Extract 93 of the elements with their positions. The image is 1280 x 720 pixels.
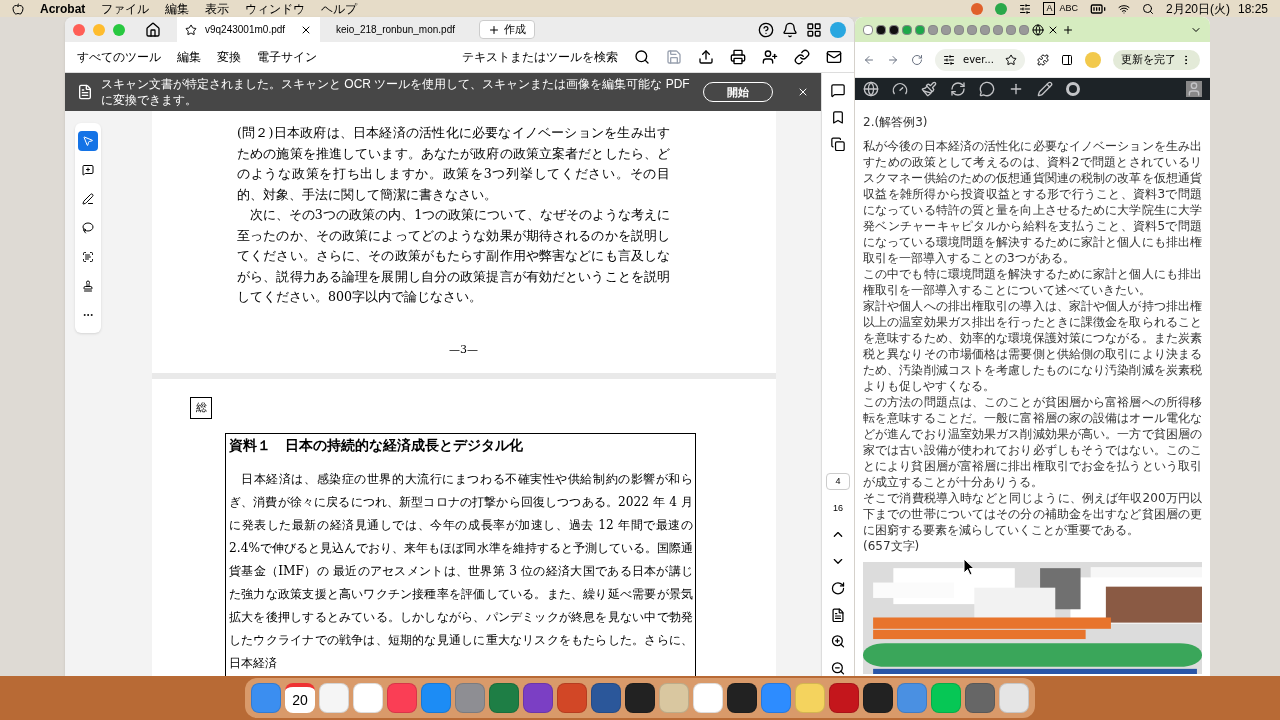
bell-icon[interactable] <box>782 21 798 38</box>
upload-icon[interactable] <box>698 49 714 65</box>
toolbar-menu[interactable]: 電子サイン <box>257 48 317 66</box>
menubar-time[interactable]: 18:25 <box>1237 0 1268 18</box>
calendar-app-icon[interactable]: 20 <box>285 683 315 713</box>
stamp-label: 総 <box>190 397 212 419</box>
rotate-icon[interactable] <box>830 580 846 596</box>
menu-item[interactable]: ヘルプ <box>321 0 358 18</box>
print-icon[interactable] <box>730 49 746 65</box>
pointer-tool[interactable] <box>78 131 98 151</box>
close-icon[interactable] <box>797 86 809 98</box>
comment-icon[interactable] <box>830 83 846 98</box>
tab-favicon[interactable] <box>889 24 899 35</box>
mail-icon[interactable] <box>826 49 842 65</box>
app-menu[interactable]: Acrobat <box>40 0 86 18</box>
help-icon[interactable] <box>758 21 774 38</box>
share-icon[interactable] <box>762 49 778 65</box>
menu-item[interactable]: ファイル <box>101 0 150 18</box>
pen-icon <box>82 193 94 205</box>
banner-message: スキャン文書が特定されました。スキャンと OCR ツールを使用して、スキャンまたは画像を編集可能な PDF に変換できます。 <box>101 76 691 108</box>
dashboard-icon[interactable] <box>892 81 908 97</box>
sidebar-icon[interactable] <box>1061 53 1073 66</box>
plus-icon[interactable] <box>1062 23 1074 36</box>
answer-paragraph: この中でも特に環境問題を解決するために家計と個人にも排出権取引を一部導入することについて述べていきたい。 <box>863 266 1202 298</box>
plus-icon <box>488 23 500 36</box>
search-icon[interactable] <box>634 49 650 65</box>
apple-icon[interactable] <box>12 2 24 15</box>
home-icon[interactable] <box>145 21 161 38</box>
star-icon[interactable] <box>185 23 197 36</box>
pencil-icon[interactable] <box>1037 81 1053 97</box>
document-icon[interactable] <box>830 607 846 623</box>
character-count: (657文字) <box>863 538 921 554</box>
answer-paragraph: この方法の問題点は、このことが貧困層から富裕層への所得移転を意味することだ。一般に富裕層の家の設備はオール電化などが進んでおり温室効果ガス削減効果が高い。一方で貧困層の家では古い設備が使われており必ずしもそうではない。このことにより貧困層が富裕層に排出権取引でお金を払うという取引が成立することが十分ありうる。 <box>863 394 1202 490</box>
tab-favicon[interactable] <box>876 24 886 35</box>
refresh-icon[interactable] <box>950 81 966 97</box>
material-paragraph: 日本経済は、感染症の世界的大流行にまつわる不確実性や供給制約の影響が和らぎ、消費が徐々に戻るにつれ、新型コロナの打撃から回復しつつある。2022 年 4 月に発表した最新の経済見通しでは、今年の成長率が加速し、過去 12 年間で最速の 2.4%で伸びると見込んでおり、来年もほぼ同水準を維持すると予測している。国際通貨基金（IMF）の 最近のアセスメントは、世界第 3 位の経済大国である日本が講じた強力な政策支援と高いワクチン接種率を評価している。また、繰り延べ需要が景気拡大を後押しするとみている。しかしながら、パンデミックが終息を見ない中で勃発したウクライナでの戦争は、短期的な見通しに重大なリスクをもたらした。さらに、日本経済 <box>229 471 693 672</box>
app-icon[interactable] <box>863 683 893 713</box>
text-select-icon <box>82 251 94 263</box>
menu-item[interactable]: ウィンドウ <box>245 0 306 18</box>
page-total: 16 <box>833 501 843 515</box>
app-icon[interactable] <box>829 683 859 713</box>
comment-icon <box>82 164 94 176</box>
zoom-in-icon[interactable] <box>830 634 846 650</box>
zoom-out-icon[interactable] <box>830 661 846 676</box>
document-icon <box>77 84 93 100</box>
app-icon[interactable] <box>523 683 553 713</box>
wifi-icon[interactable] <box>1117 2 1130 15</box>
answer-paragraph: 私が今後の日本経済の活性化に必要なイノベーションを生み出すための政策として考えるのは、資料2で問題とされているリスクマネー供給のための仮想通貨関連の税制の改革を仮想通貨収益を雑所得から投資収益とする形で行うこと、資料3で問題になっている特許の質と量を向上させるために大学院生に大学発ベンチャーキャピタルから給料を支払うこと、資料5で問題になっている環境問題を解決するために家計と個人にも排出権取引を一部導入することの3つがある。 <box>863 138 1202 266</box>
input-mode-indicator[interactable]: A <box>1043 2 1056 15</box>
page-number-field[interactable]: 4 <box>826 472 850 490</box>
back-icon[interactable] <box>863 53 875 66</box>
lasso-icon <box>82 222 94 234</box>
answer-heading: 2.(解答例3) <box>863 114 929 130</box>
document-tab[interactable]: keio_218_ronbun_mon.pdf <box>328 17 471 42</box>
reload-icon[interactable] <box>911 53 923 66</box>
save-icon[interactable] <box>666 49 682 65</box>
plus-icon[interactable] <box>1008 81 1024 97</box>
pointer-icon <box>82 135 94 147</box>
search-icon[interactable] <box>1141 2 1154 15</box>
apps-icon[interactable] <box>806 21 822 38</box>
tool-search-label[interactable]: テキストまたはツールを検索 <box>462 48 618 66</box>
input-source-label[interactable]: ABC <box>1059 1 1078 16</box>
update-button[interactable]: 更新を完了 <box>1113 49 1200 70</box>
bookmark-icon[interactable] <box>830 109 846 125</box>
page-number: —3— <box>449 341 479 358</box>
question-paragraph: 次に、その3つの政策の内、1つの政策について、なぜそのような考えに至ったのか、その政策によってどのような効果が期待されるのかを説明してください。さらに、その政策がもたらす副作用や弊害などにも言及しながら、説得力ある論理を展開し自分の政策提言が有効だということを説明してください。800字以内で論じなさい。 <box>237 206 670 306</box>
toolbar-menu[interactable]: 編集 <box>177 48 201 66</box>
globe-icon[interactable] <box>1032 23 1044 36</box>
app-icon[interactable] <box>625 683 655 713</box>
question-paragraph: (問２)日本政府は、日本経済の活性化に必要なイノベーションを生み出すための施策を推進しています。あなたが政府の政策立案者だとしたら、どのような政策を打ち出しますか。政策を3つ列挙してください。その目的、対象、手法に関して簡潔に書きなさい。 <box>237 124 670 204</box>
answer-paragraph: そこで消費税導入時などと同じように、例えば年収200万円以下までの世帯についてはその分の補助金を出すなど貧困層の更に困窮する要素を減らしていくことが重要である。 <box>863 490 1202 538</box>
stamp-icon <box>82 280 94 292</box>
controls-icon[interactable] <box>1019 2 1032 15</box>
document-tab[interactable]: v9q243001m0.pdf <box>177 17 320 42</box>
material-title: 資料１ 日本の持続的な経済成長とデジタル化 <box>229 436 524 454</box>
status-app-icon[interactable] <box>971 2 984 15</box>
brush-icon[interactable] <box>921 81 937 97</box>
link-icon[interactable] <box>794 49 810 65</box>
menu-item[interactable]: 編集 <box>165 0 190 18</box>
answer-paragraph: 家計や個人への排出権取引の導入は、家計や個人が持つ排出権以上の温室効果ガス排出を行ったときに課徴金を取られることを意味するため、効率的な環境保護対策につながる。また炭素税と異なりその市場価格は需要側と供給側の取引により決まるため、汚染削減コストを考慮したものになり汚染削減を炭素税よりも促しやすくなる。 <box>863 298 1202 394</box>
create-tab-button[interactable]: 作成 <box>479 20 535 39</box>
toolbar-menu[interactable]: すべてのツール <box>77 48 161 66</box>
toolbar-menu[interactable]: 変換 <box>217 48 241 66</box>
app-icon[interactable] <box>727 683 757 713</box>
extensions-icon[interactable] <box>1037 53 1049 66</box>
site-settings-icon[interactable] <box>943 53 955 66</box>
mouse-pointer-icon <box>963 558 975 576</box>
menubar-date[interactable]: 2月20日(火) <box>1165 0 1230 18</box>
menu-item[interactable]: 表示 <box>205 0 230 18</box>
pages-icon[interactable] <box>830 136 846 152</box>
address-bar[interactable]: ever... <box>935 48 1025 71</box>
app-icon[interactable] <box>591 683 621 713</box>
star-icon[interactable] <box>1005 53 1017 66</box>
